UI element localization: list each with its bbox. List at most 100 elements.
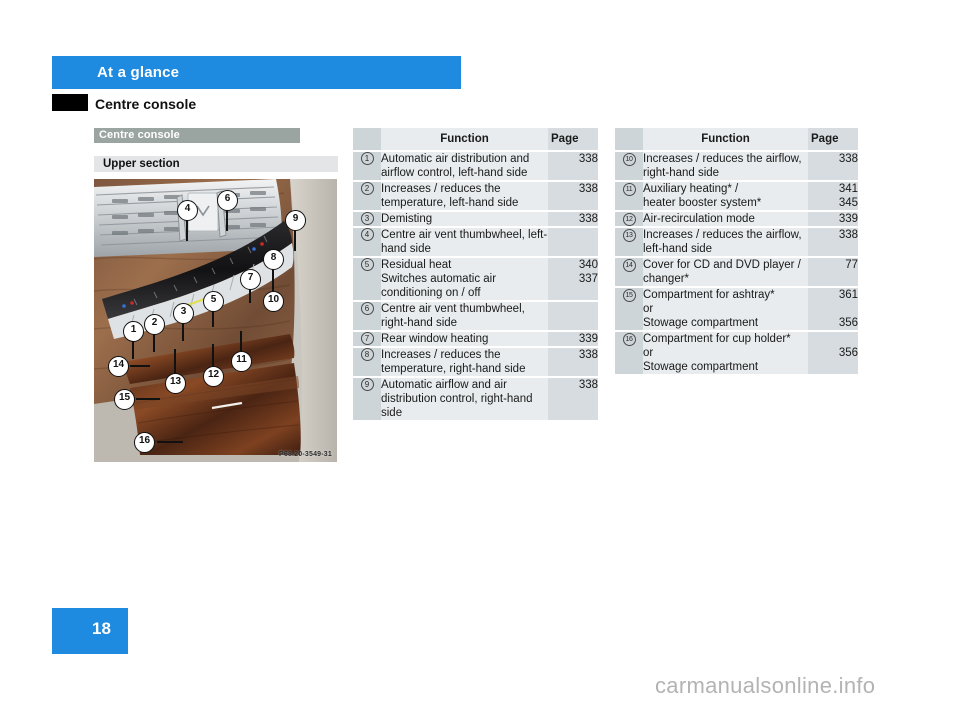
row-page[interactable]: 338 [548, 348, 598, 376]
row-page[interactable]: 361 [808, 288, 858, 302]
row-number-empty [615, 316, 643, 330]
callout-4: 4 [177, 200, 198, 221]
callout-number: 1 [360, 152, 374, 165]
table-row: 4 Centre air vent thumbwheel, left-hand … [353, 228, 598, 256]
table-row: 6 Centre air vent thumbwheel, right-hand… [353, 302, 598, 330]
leader-line [226, 209, 228, 231]
row-function: Stowage compartment [643, 316, 808, 330]
row-or-label: or [643, 346, 808, 360]
callout-6: 6 [217, 190, 238, 211]
table-row: 13 Increases / reduces the airflow, left… [615, 228, 858, 256]
row-page[interactable]: 337 [548, 272, 598, 300]
row-function: Demisting [381, 212, 548, 226]
leader-line [130, 365, 150, 367]
row-page[interactable]: 356 [808, 346, 858, 360]
row-number-empty [615, 302, 643, 316]
row-page[interactable]: 341 [808, 182, 858, 196]
callout-15: 15 [114, 389, 135, 410]
callout-16: 16 [134, 432, 155, 453]
leader-line [240, 331, 242, 351]
row-function: Centre air vent thumbwheel, left-hand si… [381, 228, 548, 256]
row-function: Compartment for cup holder* [643, 332, 808, 346]
row-number: 3 [353, 212, 381, 226]
row-function: Stowage compartment [643, 360, 808, 374]
row-number: 4 [353, 228, 381, 256]
table-row: 5 Residual heat 340 [353, 258, 598, 272]
row-page[interactable]: 338 [548, 212, 598, 226]
leader-line [272, 269, 274, 291]
row-page[interactable]: 338 [548, 152, 598, 180]
row-number-empty [615, 196, 643, 210]
callout-number: 4 [360, 228, 374, 241]
row-function: Residual heat [381, 258, 548, 272]
row-page [548, 302, 598, 330]
secondary-heading-bar: Upper section [94, 156, 338, 172]
callout-3: 3 [173, 303, 194, 324]
leader-line [157, 441, 183, 443]
table-subrow: Switches automatic air conditioning on /… [353, 272, 598, 300]
table-subrow: or [615, 302, 858, 316]
table-row: 16 Compartment for cup holder* [615, 332, 858, 346]
table-row: 11 Auxiliary heating* / 341 [615, 182, 858, 196]
row-page[interactable]: 339 [808, 212, 858, 226]
table-row: 8 Increases / reduces the temperature, r… [353, 348, 598, 376]
row-function: Air-recirculation mode [643, 212, 808, 226]
callout-number: 15 [622, 289, 636, 302]
row-page[interactable]: 338 [808, 152, 858, 180]
row-function: Compartment for ashtray* [643, 288, 808, 302]
leader-line [294, 229, 296, 251]
row-page[interactable]: 356 [808, 316, 858, 330]
section-marker [52, 94, 88, 111]
watermark: carmanualsonline.info [655, 673, 876, 698]
row-function: Centre air vent thumbwheel, right-hand s… [381, 302, 548, 330]
row-number: 8 [353, 348, 381, 376]
row-page-empty [808, 302, 858, 316]
table-header-row: Function Page [353, 128, 598, 150]
table-subrow: Stowage compartment [615, 360, 858, 374]
row-number: 1 [353, 152, 381, 180]
table-row: 2 Increases / reduces the temperature, l… [353, 182, 598, 210]
table-subrow: Stowage compartment 356 [615, 316, 858, 330]
row-function: Switches automatic air conditioning on /… [381, 272, 548, 300]
callout-number: 13 [622, 229, 636, 242]
table-subrow: or 356 [615, 346, 858, 360]
row-page[interactable]: 338 [548, 378, 598, 420]
row-or-label: or [643, 302, 808, 316]
row-number: 5 [353, 258, 381, 272]
row-number: 13 [615, 228, 643, 256]
callout-1: 1 [123, 321, 144, 342]
table-subrow: heater booster system* 345 [615, 196, 858, 210]
table-row: 15 Compartment for ashtray* 361 [615, 288, 858, 302]
row-page[interactable]: 345 [808, 196, 858, 210]
callout-number: 8 [360, 348, 374, 361]
table-row: 14 Cover for CD and DVD player / changer… [615, 258, 858, 286]
row-page-empty [808, 332, 858, 346]
callout-number: 6 [360, 302, 374, 315]
row-number: 2 [353, 182, 381, 210]
header-function: Function [643, 128, 808, 150]
callout-number: 12 [622, 213, 636, 226]
row-function: Automatic airflow and air distribution c… [381, 378, 548, 420]
row-number: 14 [615, 258, 643, 286]
header-function: Function [381, 128, 548, 150]
figure-caption: P68.20-3549-31 [278, 451, 332, 458]
row-function: Cover for CD and DVD player / changer* [643, 258, 808, 286]
row-page[interactable]: 338 [548, 182, 598, 210]
table-row: 10 Increases / reduces the airflow, righ… [615, 152, 858, 180]
primary-heading-bar: Centre console [94, 128, 300, 143]
row-number-empty [615, 346, 643, 360]
row-page[interactable]: 339 [548, 332, 598, 346]
table-row: 12 Air-recirculation mode 339 [615, 212, 858, 226]
row-function: Increases / reduces the temperature, rig… [381, 348, 548, 376]
row-number: 11 [615, 182, 643, 196]
row-page[interactable]: 77 [808, 258, 858, 286]
row-page[interactable]: 340 [548, 258, 598, 272]
callout-2: 2 [144, 314, 165, 335]
left-column: Centre console Upper section [94, 128, 338, 172]
row-page[interactable]: 338 [808, 228, 858, 256]
row-function: Auxiliary heating* / [643, 182, 808, 196]
at-a-glance-banner: At a glance [52, 56, 461, 89]
callout-12: 12 [203, 366, 224, 387]
callout-13: 13 [165, 373, 186, 394]
centre-console-illustration: 1 2 3 4 5 6 7 8 9 10 11 12 13 14 15 16 P… [94, 179, 337, 462]
